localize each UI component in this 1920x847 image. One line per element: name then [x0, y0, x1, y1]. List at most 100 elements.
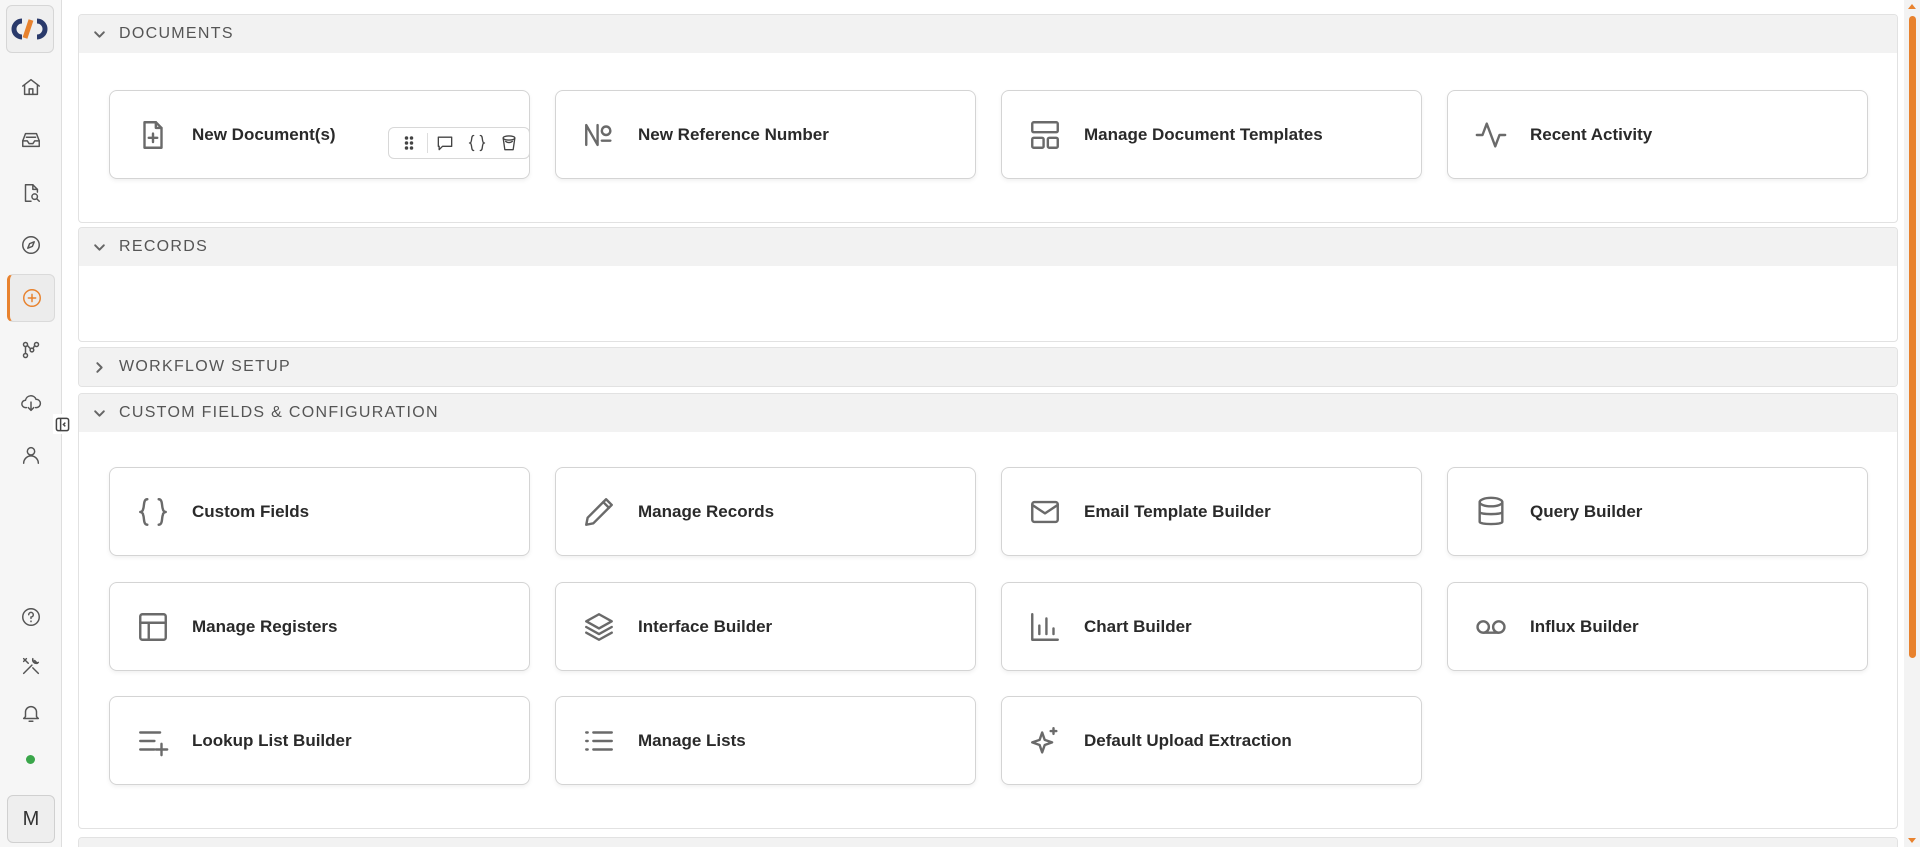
file-plus-icon	[134, 116, 172, 154]
nav-home[interactable]	[7, 63, 55, 111]
section-title: RECORDS	[119, 238, 209, 255]
card-default-upload-extraction[interactable]: Default Upload Extraction	[1001, 696, 1422, 785]
comment-button[interactable]	[431, 129, 459, 157]
card-manage-lists[interactable]: Manage Lists	[555, 696, 976, 785]
nav-create[interactable]	[7, 274, 55, 322]
inbox-icon	[22, 132, 40, 148]
card-label: Interface Builder	[638, 616, 773, 636]
activity-icon	[1472, 116, 1510, 154]
card-manage-records[interactable]: Manage Records	[555, 467, 976, 556]
section-title: WORKFLOW SETUP	[119, 358, 291, 375]
card-manage-document-templates[interactable]: Manage Document Templates	[1001, 90, 1422, 179]
list-plus-icon	[134, 722, 172, 760]
user-icon	[22, 446, 40, 464]
card-label: Manage Records	[638, 501, 775, 521]
toolbar-divider	[426, 133, 428, 153]
cloud-download-icon	[21, 395, 42, 412]
nav-cloud[interactable]	[7, 379, 55, 427]
section-next-partial	[78, 837, 1898, 847]
section-title: CUSTOM FIELDS & CONFIGURATION	[119, 404, 439, 421]
card-label: Email Template Builder	[1084, 501, 1271, 521]
message-square-icon	[438, 136, 453, 151]
braces-icon	[134, 493, 172, 531]
nav-explore[interactable]	[7, 221, 55, 269]
drag-handle[interactable]	[395, 129, 423, 157]
scrollbar-thumb[interactable]	[1909, 16, 1916, 658]
bell-icon	[22, 705, 40, 722]
nav-workflow[interactable]	[7, 326, 55, 374]
section-records: RECORDS	[78, 227, 1898, 342]
card-label: Custom Fields	[192, 501, 310, 521]
voicemail-icon	[1472, 608, 1510, 646]
numero-icon	[580, 116, 618, 154]
vertical-scrollbar[interactable]	[1904, 0, 1920, 847]
online-status-indicator	[26, 755, 35, 764]
nav-help[interactable]	[7, 593, 55, 641]
app-window: M DOCUMENTS New Document(s) New Referenc…	[0, 0, 1920, 847]
chevron-right-icon	[96, 361, 103, 373]
bar-chart-icon	[1026, 608, 1064, 646]
nav-document-search[interactable]	[7, 169, 55, 217]
scroll-down-arrow[interactable]	[1908, 838, 1916, 843]
list-icon	[580, 722, 618, 760]
card-label: Manage Registers	[192, 616, 338, 636]
section-header-records[interactable]: RECORDS	[79, 228, 1897, 266]
database-icon	[1472, 493, 1510, 531]
nav-users[interactable]	[7, 431, 55, 479]
home-icon	[22, 78, 40, 96]
section-title: DOCUMENTS	[119, 25, 234, 42]
card-label: Manage Lists	[638, 730, 746, 750]
section-custom-fields-configuration: CUSTOM FIELDS & CONFIGURATION Custom Fie…	[78, 393, 1898, 829]
card-label: Default Upload Extraction	[1084, 730, 1292, 750]
card-manage-registers[interactable]: Manage Registers	[109, 582, 530, 671]
table-icon	[134, 608, 172, 646]
card-new-reference-number[interactable]: New Reference Number	[555, 90, 976, 179]
layers-icon	[580, 608, 618, 646]
card-label: Recent Activity	[1530, 124, 1653, 144]
chevron-down-icon	[94, 409, 105, 417]
tools-icon	[22, 657, 40, 675]
logo-icon	[11, 18, 48, 40]
code-button[interactable]	[463, 129, 491, 157]
scroll-up-arrow[interactable]	[1908, 4, 1916, 9]
card-label: Chart Builder	[1084, 616, 1192, 636]
app-logo[interactable]	[6, 5, 54, 53]
nav-inbox[interactable]	[7, 116, 55, 164]
card-interface-builder[interactable]: Interface Builder	[555, 582, 976, 671]
card-influx-builder[interactable]: Influx Builder	[1447, 582, 1868, 671]
sparkles-icon	[1026, 722, 1064, 760]
card-lookup-list-builder[interactable]: Lookup List Builder	[109, 696, 530, 785]
help-circle-icon	[22, 608, 40, 626]
section-documents: DOCUMENTS New Document(s) New Reference …	[78, 14, 1898, 223]
plus-circle-icon	[23, 289, 41, 307]
card-recent-activity[interactable]: Recent Activity	[1447, 90, 1868, 179]
bucket-icon	[502, 135, 516, 151]
mail-icon	[1026, 493, 1064, 531]
card-label: Influx Builder	[1530, 616, 1639, 636]
card-email-template-builder[interactable]: Email Template Builder	[1001, 467, 1422, 556]
card-chart-builder[interactable]: Chart Builder	[1001, 582, 1422, 671]
nav-notifications[interactable]	[7, 689, 55, 737]
card-label: New Reference Number	[638, 124, 829, 144]
sidebar-collapse-toggle[interactable]	[53, 414, 71, 434]
card-new-documents[interactable]: New Document(s)	[109, 90, 530, 179]
card-hover-toolbar	[388, 127, 530, 159]
section-header-workflow-setup[interactable]: WORKFLOW SETUP	[79, 348, 1897, 386]
braces-icon	[469, 134, 486, 152]
section-workflow-setup: WORKFLOW SETUP	[78, 347, 1898, 387]
file-search-icon	[24, 184, 40, 202]
chevron-down-icon	[94, 243, 105, 251]
section-header-documents[interactable]: DOCUMENTS	[79, 15, 1897, 53]
section-header-next[interactable]	[79, 838, 1897, 847]
card-custom-fields[interactable]: Custom Fields	[109, 467, 530, 556]
nodes-icon	[22, 341, 40, 359]
layout-template-icon	[1026, 116, 1064, 154]
user-avatar[interactable]: M	[7, 795, 55, 843]
grip-vertical-icon	[404, 136, 414, 150]
card-label: New Document(s)	[192, 124, 336, 144]
section-header-custom-fields[interactable]: CUSTOM FIELDS & CONFIGURATION	[79, 394, 1897, 432]
delete-button[interactable]	[495, 129, 523, 157]
card-query-builder[interactable]: Query Builder	[1447, 467, 1868, 556]
avatar-initial: M	[22, 807, 40, 830]
nav-tools[interactable]	[7, 642, 55, 690]
